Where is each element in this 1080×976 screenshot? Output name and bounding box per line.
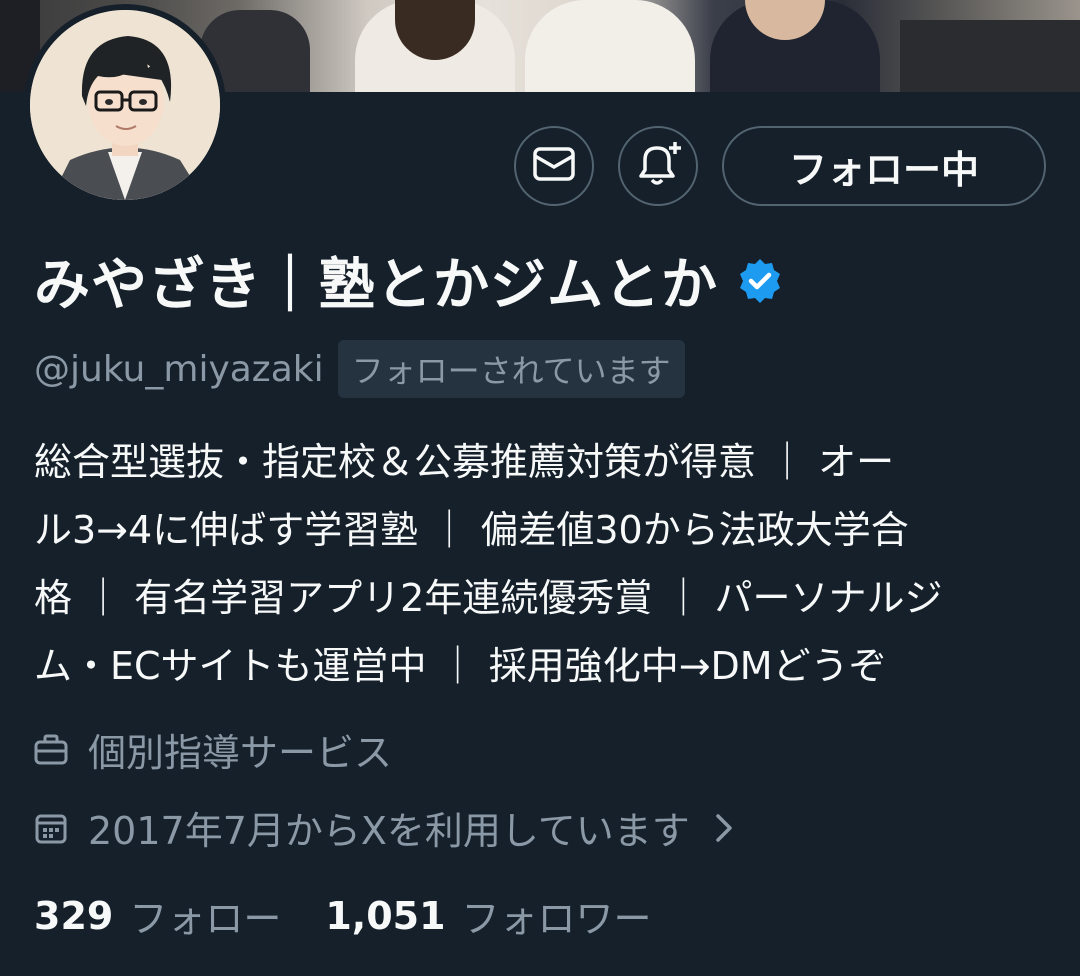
- bell-plus-icon: [633, 140, 683, 192]
- profile-category: 個別指導サービス: [34, 722, 392, 777]
- name-row: みやざき｜塾とかジムとか: [34, 240, 784, 321]
- category-label: 個別指導サービス: [88, 731, 393, 775]
- calendar-icon: [34, 811, 68, 845]
- followers-label: フォロワー: [461, 897, 652, 941]
- briefcase-icon: [34, 733, 68, 767]
- notify-button[interactable]: [618, 126, 698, 206]
- follows-you-badge: フォローされています: [337, 340, 685, 398]
- avatar[interactable]: [24, 4, 226, 206]
- envelope-icon: [533, 147, 575, 185]
- joined-label: 2017年7月からXを利用しています: [88, 809, 690, 853]
- user-handle: @juku_miyazaki: [34, 348, 324, 390]
- followers-count: 1,051: [325, 893, 446, 938]
- followers-link[interactable]: 1,051 フォロワー: [325, 888, 651, 943]
- following-link[interactable]: 329 フォロー: [34, 888, 281, 943]
- display-name: みやざき｜塾とかジムとか: [34, 253, 718, 318]
- profile-bio: 総合型選抜・指定校＆公募推薦対策が得意 ｜ オー ル3→4に伸ばす学習塾 ｜ 偏…: [34, 428, 1044, 700]
- avatar-illustration: [30, 10, 220, 200]
- follow-counts: 329 フォロー 1,051 フォロワー: [34, 888, 652, 943]
- bio-line: 格 ｜ 有名学習アプリ2年連続優秀賞 ｜ パーソナルジ: [34, 576, 943, 620]
- handle-row: @juku_miyazaki フォローされています: [34, 340, 685, 398]
- message-button[interactable]: [514, 126, 594, 206]
- chevron-right-icon: [714, 812, 734, 844]
- following-label: フォロー: [129, 897, 282, 941]
- bio-line: 総合型選抜・指定校＆公募推薦対策が得意 ｜ オー: [34, 440, 895, 484]
- following-count: 329: [34, 893, 114, 938]
- verified-badge-icon[interactable]: [736, 257, 784, 305]
- following-button[interactable]: フォロー中: [722, 126, 1046, 206]
- bio-line: ル3→4に伸ばす学習塾 ｜ 偏差値30から法政大学合: [34, 508, 909, 552]
- joined-date[interactable]: 2017年7月からXを利用しています: [34, 800, 734, 855]
- bio-line: ム・ECサイトも運営中 ｜ 採用強化中→DMどうぞ: [34, 644, 887, 688]
- profile-page: フォロー中 みやざき｜塾とかジムとか @juku_miyazaki フォローされ…: [0, 0, 1080, 976]
